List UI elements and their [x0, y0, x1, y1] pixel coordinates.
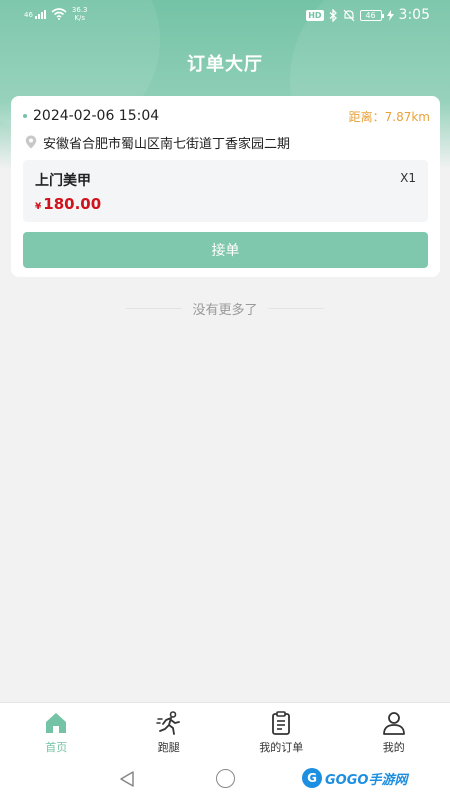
service-item: 上门美甲 X1 ¥180.00 — [23, 160, 428, 222]
divider-line — [267, 307, 324, 309]
no-more-text: 没有更多了 — [192, 302, 258, 318]
home-circle-icon[interactable] — [216, 769, 235, 788]
bottom-tab-bar: 首页 跑腿 我的订单 我的 — [0, 702, 450, 758]
clipboard-icon — [272, 711, 291, 735]
order-distance: 距离：7.87km — [348, 109, 430, 124]
order-card[interactable]: 2024-02-06 15:04 距离：7.87km 安徽省合肥市蜀山区南七街道… — [11, 96, 440, 277]
accept-order-button[interactable]: 接单 — [23, 232, 428, 268]
system-navigation-bar: G GOGO手游网 — [0, 758, 450, 800]
order-address: 安徽省合肥市蜀山区南七街道丁香家园二期 — [43, 136, 291, 152]
user-icon — [382, 712, 405, 735]
hd-badge: HD — [306, 9, 324, 21]
list-end-indicator: 没有更多了 — [0, 298, 450, 318]
wifi-icon — [51, 8, 67, 20]
service-quantity: X1 — [400, 171, 416, 185]
tab-label: 我的 — [382, 741, 405, 754]
location-pin-icon — [25, 135, 37, 149]
watermark: G GOGO手游网 — [302, 768, 407, 788]
currency-symbol: ¥ — [35, 202, 42, 212]
clock: 3:05 — [398, 7, 430, 23]
price-value: 180.00 — [43, 195, 102, 213]
runner-icon — [156, 711, 180, 735]
back-triangle-icon[interactable] — [118, 770, 136, 788]
network-speed: 36.3 K/s — [72, 6, 88, 22]
service-name: 上门美甲 — [35, 173, 91, 189]
watermark-text: GOGO手游网 — [325, 772, 408, 788]
tab-profile[interactable]: 我的 — [338, 703, 450, 758]
address-row: 安徽省合肥市蜀山区南七街道丁香家园二期 — [25, 132, 430, 152]
network-label: 46 — [24, 10, 33, 19]
signal-icon: 46 — [24, 9, 46, 19]
tab-label: 首页 — [45, 741, 68, 754]
order-datetime: 2024-02-06 15:04 — [33, 108, 160, 124]
charging-icon — [386, 9, 394, 21]
battery-icon: 46 — [359, 9, 384, 21]
speed-unit: K/s — [74, 14, 86, 22]
tab-my-orders[interactable]: 我的订单 — [225, 703, 338, 758]
tab-errand[interactable]: 跑腿 — [113, 703, 226, 758]
battery-level: 46 — [365, 10, 376, 20]
mute-bell-icon — [343, 9, 354, 21]
status-bar: 46 36.3 K/s HD 46 3:05 — [0, 0, 450, 32]
bullet-dot — [23, 114, 27, 118]
watermark-logo-icon: G — [302, 768, 322, 788]
order-header-row: 2024-02-06 15:04 距离：7.87km — [23, 106, 430, 126]
page-title: 订单大厅 — [187, 54, 263, 75]
tab-label: 跑腿 — [157, 741, 180, 754]
tab-home[interactable]: 首页 — [0, 703, 113, 758]
home-icon — [46, 713, 67, 733]
divider-line — [126, 307, 183, 309]
bluetooth-icon — [329, 8, 337, 22]
tab-label: 我的订单 — [259, 741, 304, 754]
speed-value: 36.3 — [71, 6, 88, 14]
service-price: ¥180.00 — [35, 194, 101, 213]
